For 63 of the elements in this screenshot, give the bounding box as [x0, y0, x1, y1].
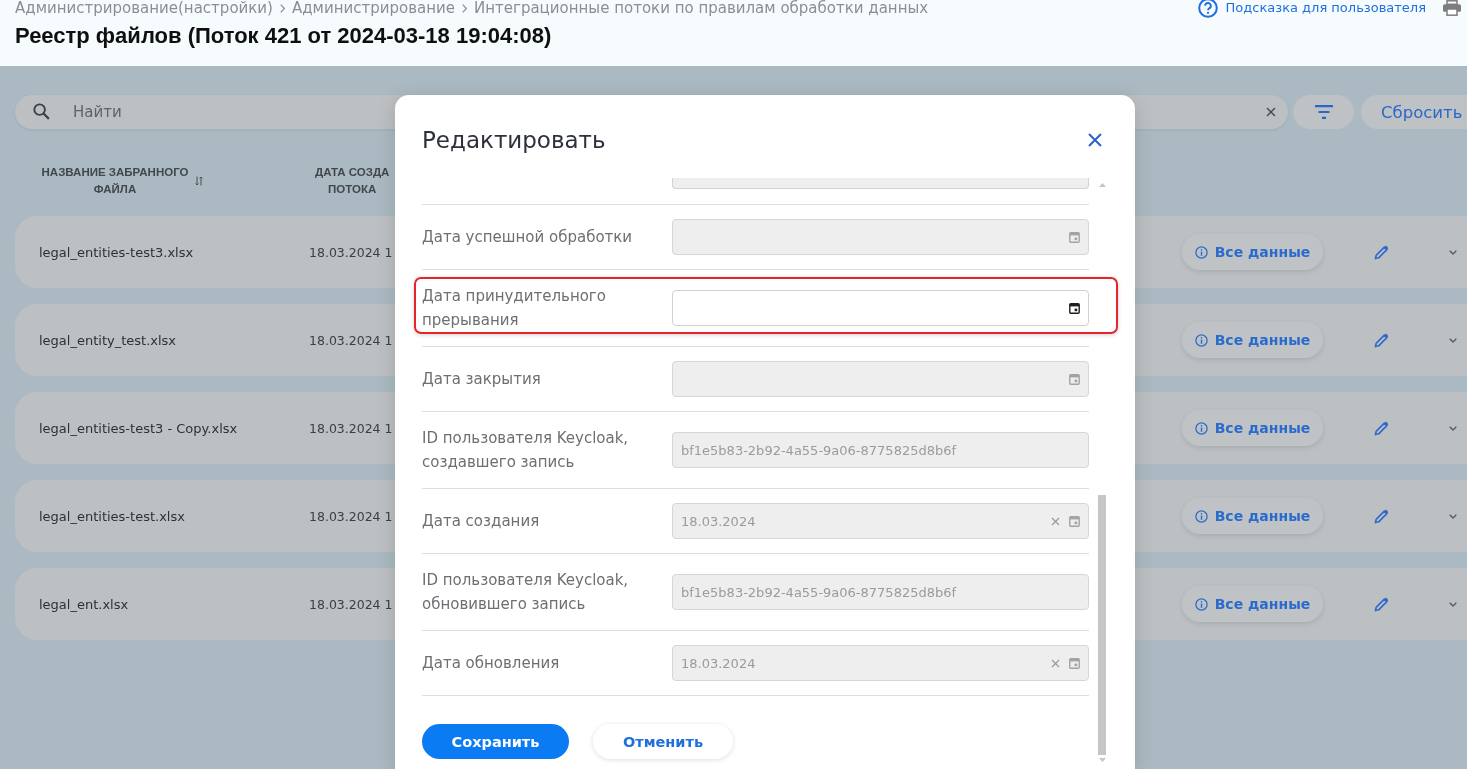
field-label: Дата обновления	[422, 653, 561, 674]
scroll-up-icon[interactable]	[1098, 183, 1106, 187]
all-data-button[interactable]: Все данные	[1182, 322, 1323, 358]
all-data-button[interactable]: Все данные	[1182, 586, 1323, 622]
sort-icon[interactable]	[195, 176, 203, 186]
page-title: Реестр файлов (Поток 421 от 2024-03-18 19:04:08)	[15, 24, 553, 48]
table-cell: 18.03.2024 1	[309, 596, 393, 612]
chevron-down-icon[interactable]	[1449, 337, 1457, 343]
field-label: Дата принудительного прерывания	[422, 286, 607, 331]
field-label: ID пользователя Keycloak, создавшего запись	[422, 428, 630, 473]
pencil-icon[interactable]	[1374, 420, 1389, 436]
all-data-button[interactable]: Все данные	[1182, 410, 1323, 446]
table-cell: 18.03.2024 1	[309, 332, 393, 348]
field-label: ID пользователя Keycloak, обновившего запись	[422, 570, 630, 615]
chevron-down-icon[interactable]	[1449, 425, 1457, 431]
info-icon	[1194, 509, 1208, 523]
pencil-icon[interactable]	[1374, 244, 1389, 260]
cancel-button[interactable]: Отменить	[593, 724, 733, 759]
info-icon	[1194, 421, 1208, 435]
date-field[interactable]	[672, 290, 1089, 326]
info-icon	[1194, 597, 1208, 611]
printer-icon[interactable]	[1442, 0, 1462, 16]
close-icon[interactable]	[1088, 132, 1102, 147]
chevron-down-icon[interactable]	[1449, 601, 1457, 607]
calendar-icon[interactable]	[1069, 302, 1080, 314]
breadcrumb-link[interactable]: Администрирование(настройки)	[15, 0, 273, 16]
table-cell: 18.03.2024 1	[309, 420, 393, 436]
info-icon	[1194, 333, 1208, 347]
chevron-right-icon	[279, 3, 285, 13]
all-data-button[interactable]: Все данные	[1182, 234, 1323, 270]
clear-icon[interactable]	[1266, 107, 1276, 117]
filter-icon	[1313, 105, 1334, 119]
table-cell-text: legal_entities-test3 - Copy.xlsx	[39, 420, 239, 436]
save-button[interactable]: Сохранить	[422, 724, 569, 759]
scroll-down-icon[interactable]	[1098, 758, 1106, 762]
chevron-down-icon[interactable]	[1449, 249, 1457, 255]
breadcrumb-link[interactable]: Администрирование	[291, 0, 455, 16]
help-link[interactable]: Подсказка для пользователя	[1197, 0, 1426, 18]
field-label: Дата успешной обработки	[422, 227, 634, 248]
chevron-right-icon	[462, 3, 467, 13]
table-cell-text: legal_entities-test3.xlsx	[39, 244, 195, 260]
table-cell: 18.03.2024 1	[309, 244, 393, 260]
table-cell-text: legal_ent.xlsx	[39, 596, 130, 612]
breadcrumb-link[interactable]: Интеграционные потоки по правилам обработки данных	[474, 0, 929, 16]
table-cell-text: legal_entity_test.xlsx	[39, 332, 178, 348]
filter-button[interactable]	[1293, 95, 1354, 129]
search-icon	[33, 103, 50, 120]
pencil-icon[interactable]	[1374, 508, 1389, 524]
chevron-down-icon[interactable]	[1449, 513, 1457, 519]
field-label: Дата создания	[422, 511, 541, 532]
scrollbar-thumb[interactable]	[1098, 495, 1106, 755]
field-label: Дата закрытия	[422, 369, 542, 390]
table-cell: 18.03.2024 1	[309, 508, 393, 524]
all-data-button[interactable]: Все данные	[1182, 498, 1323, 534]
dialog-title: Редактировать	[422, 125, 606, 155]
help-icon	[1197, 0, 1218, 18]
pencil-icon[interactable]	[1374, 332, 1389, 348]
table-cell-text: legal_entities-test.xlsx	[39, 508, 186, 524]
column-header: НАЗВАНИЕ ЗАБРАННОГО ФАЙЛА	[40, 165, 190, 197]
pencil-icon[interactable]	[1374, 596, 1389, 612]
reset-button[interactable]: Сбросить	[1361, 95, 1467, 129]
column-header: ДАТА СОЗДА ПОТОКА	[315, 165, 390, 197]
info-icon	[1194, 245, 1208, 259]
